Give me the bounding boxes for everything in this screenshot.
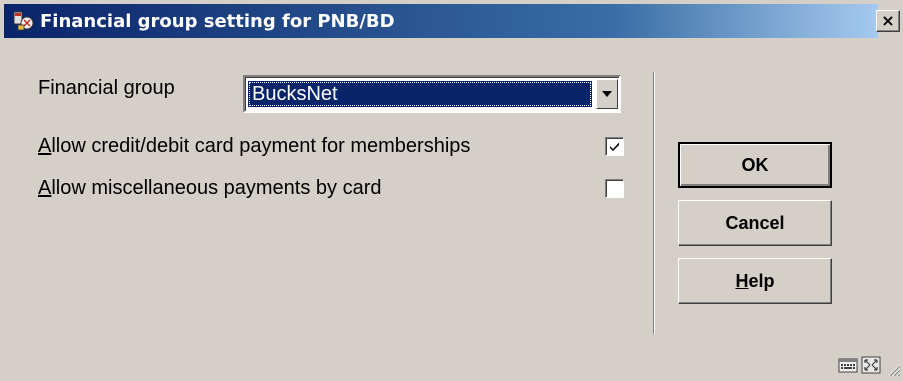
title-bar[interactable]: Financial group setting for PNB/BD [4, 4, 878, 38]
app-icon [13, 11, 34, 31]
checkmark-icon [610, 142, 619, 151]
label-text: llow miscellaneous payments by card [51, 177, 382, 199]
status-icons [838, 356, 881, 374]
ok-button[interactable]: OK [678, 142, 832, 188]
financial-group-selected-value[interactable]: BucksNet [248, 81, 592, 107]
close-icon: × [881, 11, 895, 30]
allow-misc-card-label[interactable]: Allow miscellaneous payments by card [38, 177, 382, 200]
close-button[interactable]: × [876, 10, 900, 32]
financial-group-label: Financial group [38, 77, 175, 99]
dropdown-button[interactable] [596, 79, 618, 109]
keyboard-icon[interactable] [838, 356, 858, 374]
accelerator-key: H [735, 270, 749, 291]
help-label: elp [748, 270, 775, 291]
allow-card-memberships-label[interactable]: Allow credit/debit card payment for memb… [38, 135, 470, 158]
help-button[interactable]: Help [678, 258, 832, 304]
dropdown-arrow-icon [602, 91, 612, 97]
financial-group-select[interactable]: BucksNet [243, 75, 621, 113]
dialog-window: Financial group setting for PNB/BD × Fin… [0, 0, 903, 381]
allow-misc-card-checkbox[interactable] [605, 179, 624, 198]
resize-window-icon[interactable] [861, 356, 881, 374]
size-grip-icon[interactable] [888, 364, 901, 377]
allow-card-memberships-checkbox[interactable] [605, 137, 624, 156]
accelerator-key: A [38, 135, 52, 157]
label-text: llow credit/debit card payment for membe… [51, 135, 471, 157]
cancel-button[interactable]: Cancel [678, 200, 832, 246]
combo-frame: BucksNet [245, 77, 619, 111]
accelerator-key: A [38, 177, 52, 199]
window-title: Financial group setting for PNB/BD [40, 10, 395, 32]
vertical-divider [653, 72, 655, 334]
